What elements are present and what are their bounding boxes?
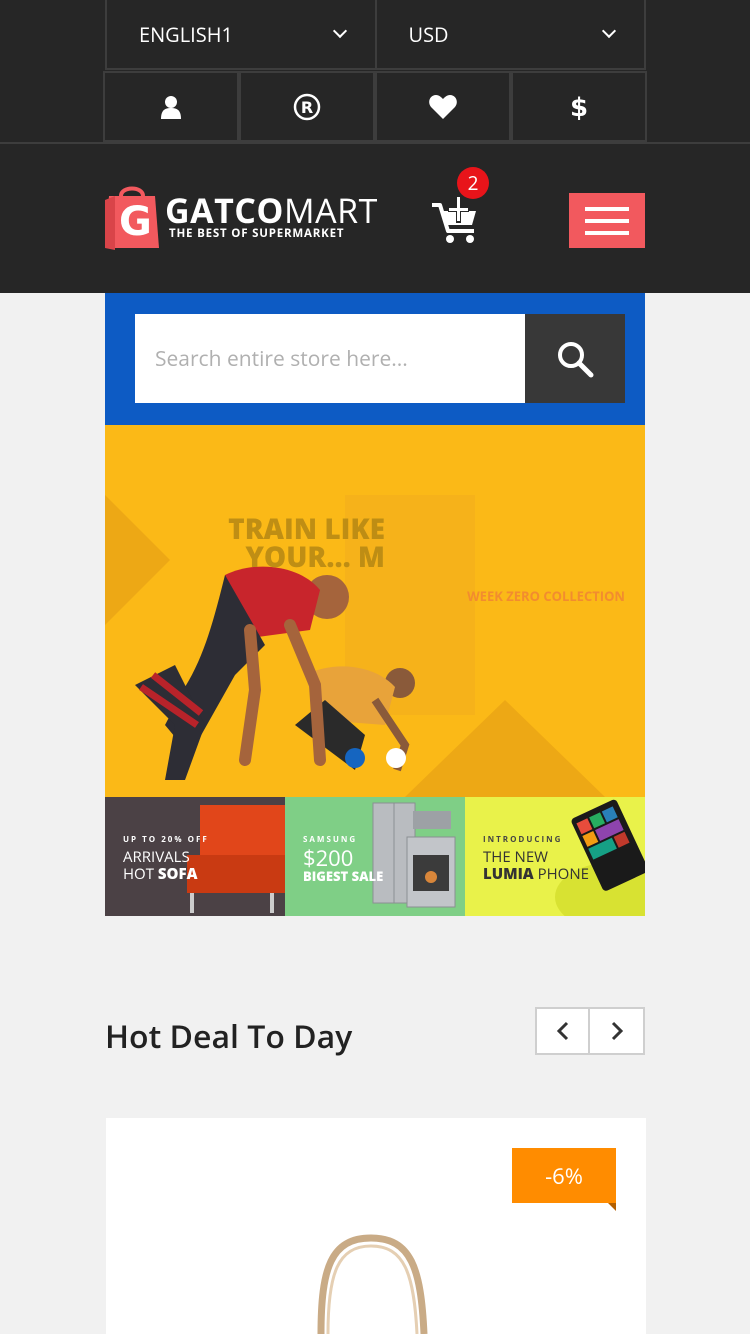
search-button[interactable]	[525, 314, 625, 403]
slider-dot-active[interactable]	[345, 748, 365, 768]
svg-text:R: R	[301, 98, 313, 117]
selector-row: ENGLISH1 USD	[105, 0, 646, 70]
chevron-right-icon	[611, 1021, 623, 1041]
carousel-nav	[535, 1007, 645, 1055]
hero-title: TRAIN LIKE YOUR... M	[228, 510, 385, 576]
registered-icon: R	[293, 93, 321, 120]
register-button[interactable]: R	[239, 71, 375, 142]
athletes-image	[135, 566, 415, 780]
hamburger-icon-bar	[585, 230, 629, 235]
brand-name: GATCOMART	[165, 186, 378, 233]
currency-label: USD	[408, 20, 449, 48]
chevron-down-icon	[332, 23, 347, 39]
chevron-down-icon	[601, 23, 617, 39]
section-title: Hot Deal To Day	[105, 1015, 353, 1058]
language-select[interactable]: ENGLISH1	[105, 0, 377, 70]
account-button[interactable]	[103, 71, 239, 142]
wishlist-button[interactable]	[375, 71, 511, 142]
logo-letter: G	[119, 199, 152, 245]
search-icon	[558, 341, 594, 377]
slider-dot[interactable]	[386, 748, 406, 768]
language-label: ENGLISH1	[139, 20, 233, 48]
menu-button[interactable]	[569, 193, 645, 248]
product-card[interactable]: -6%	[106, 1118, 646, 1334]
next-button[interactable]	[590, 1007, 645, 1055]
handbag-image	[317, 1234, 428, 1334]
promo-sofa[interactable]: UP TO 20% OFF ARRIVALS HOT SOFA	[105, 797, 285, 916]
shopping-bag-logo-icon: G	[105, 182, 159, 250]
promo-lumia[interactable]: INTRODUCING THE NEW LUMIA PHONE	[465, 797, 645, 916]
promo-samsung[interactable]: SAMSUNG $200 BIGEST SALE	[285, 797, 465, 916]
hamburger-icon-bar	[585, 218, 629, 223]
quick-icons: R $	[103, 71, 647, 142]
user-icon	[161, 95, 181, 119]
chevron-left-icon	[556, 1021, 568, 1041]
cart-count-badge: 2	[457, 167, 489, 199]
search-bar	[105, 293, 645, 425]
dollar-icon: $	[570, 93, 588, 121]
svg-text:$: $	[570, 93, 588, 121]
search-input[interactable]	[135, 314, 525, 403]
heart-icon	[429, 94, 457, 119]
currency-button[interactable]: $	[511, 71, 647, 142]
header-divider	[0, 142, 750, 144]
cart-add-icon[interactable]	[430, 195, 482, 247]
hamburger-icon-bar	[585, 206, 629, 211]
logo[interactable]: G GATCOMART THE BEST OF SUPERMARKET	[105, 182, 378, 250]
hero-subtitle: WEEK ZERO COLLECTION	[467, 587, 625, 605]
currency-select[interactable]: USD	[376, 0, 646, 70]
promo-banners: UP TO 20% OFF ARRIVALS HOT SOFA SAMSUNG …	[105, 797, 645, 916]
hero-slider[interactable]: TRAIN LIKE YOUR... M WEEK ZERO COLLECTIO…	[105, 425, 645, 797]
prev-button[interactable]	[535, 1007, 590, 1055]
top-header: ENGLISH1 USD R $ G GATCOMART THE BEST OF…	[0, 0, 750, 293]
